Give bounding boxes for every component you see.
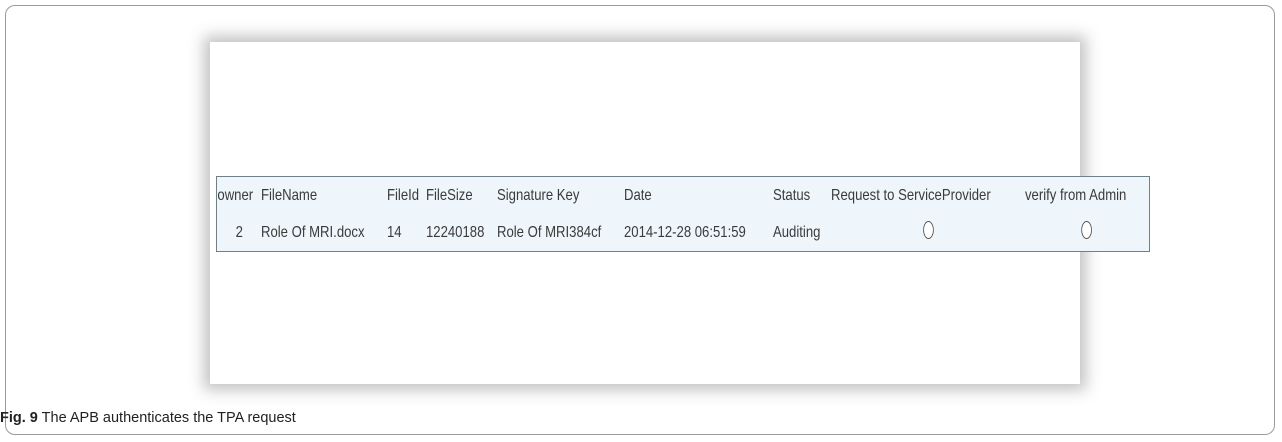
- figure-caption-text: The APB authenticates the TPA request: [41, 410, 296, 426]
- screenshot-panel: owner FileName FileId FileSize Signature…: [210, 42, 1151, 384]
- header-verify-from-admin: verify from Admin: [1025, 186, 1127, 204]
- header-file-name: FileName: [260, 186, 317, 204]
- header-file-size: FileSize: [425, 186, 473, 204]
- figure-label: Fig. 9: [0, 410, 38, 426]
- header-signature-key: Signature Key: [497, 186, 580, 204]
- header-status: Status: [772, 186, 811, 204]
- cell-file-size: 12240188: [425, 223, 485, 241]
- table-row: 2 Role Of MRI.docx 14 12240188 Role Of M…: [217, 214, 1150, 252]
- table-header-row: owner FileName FileId FileSize Signature…: [217, 177, 1150, 215]
- request-to-service-provider-radio[interactable]: [922, 221, 934, 239]
- header-request-to-service-provider: Request to ServiceProvider: [830, 186, 991, 204]
- file-table: owner FileName FileId FileSize Signature…: [216, 176, 1151, 252]
- cell-file-id: 14: [386, 223, 402, 241]
- figure-caption: Fig. 9 The APB authenticates the TPA req…: [0, 410, 296, 426]
- cell-signature-key: Role Of MRI384cf: [497, 223, 602, 241]
- cell-verify-from-admin: [1037, 214, 1139, 252]
- cell-owner: 2: [235, 223, 243, 241]
- cell-request-to-service-provider: [848, 214, 1008, 252]
- cell-date: 2014-12-28 06:51:59: [624, 223, 747, 241]
- header-owner: owner: [216, 186, 253, 204]
- cell-file-name: Role Of MRI.docx: [260, 223, 365, 241]
- cell-status: Auditing: [772, 223, 821, 241]
- header-file-id: FileId: [386, 186, 419, 204]
- header-date: Date: [624, 186, 653, 204]
- verify-from-admin-radio[interactable]: [1081, 221, 1093, 239]
